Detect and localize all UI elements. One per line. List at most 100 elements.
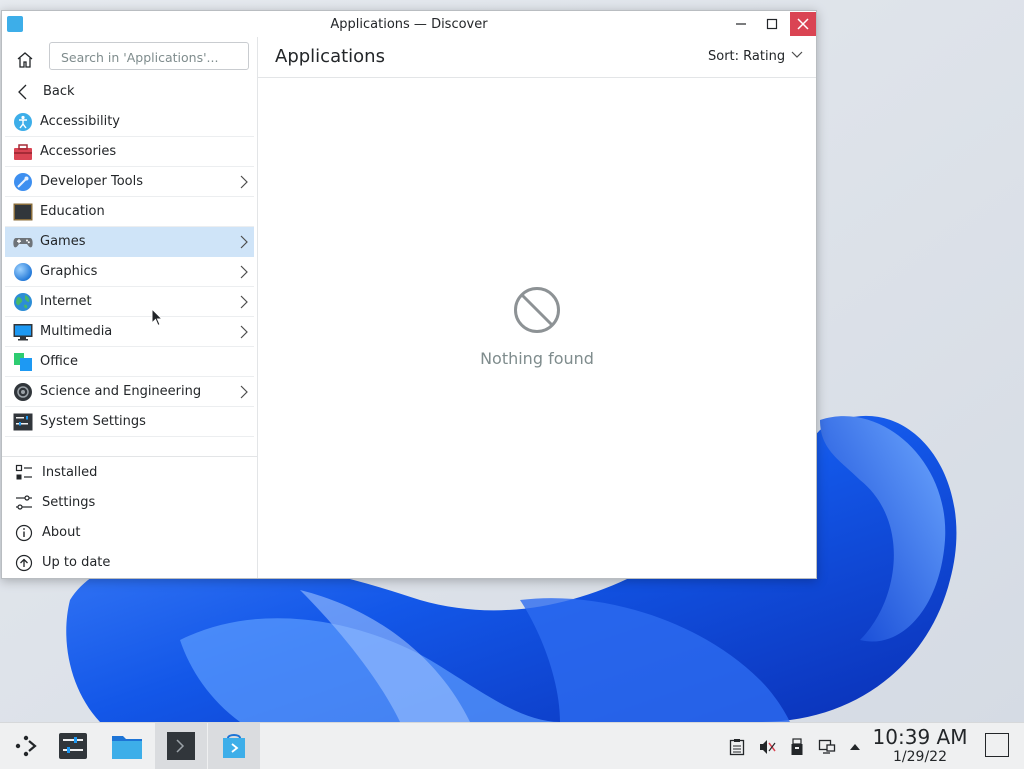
category-multimedia[interactable]: Multimedia bbox=[5, 317, 254, 347]
installed-icon bbox=[15, 464, 32, 480]
action-label: Settings bbox=[42, 495, 96, 510]
minimize-icon bbox=[736, 23, 746, 25]
volume-muted-icon bbox=[760, 740, 776, 754]
tray-network[interactable] bbox=[817, 737, 837, 757]
category-label: System Settings bbox=[40, 414, 146, 429]
taskbar-discover[interactable] bbox=[208, 723, 260, 769]
digital-clock[interactable]: 10:39 AM 1/29/22 bbox=[870, 726, 970, 766]
action-label: Up to date bbox=[42, 555, 111, 570]
clock-time: 10:39 AM bbox=[872, 725, 968, 749]
tray-clipboard[interactable] bbox=[727, 737, 747, 757]
application-launcher[interactable] bbox=[0, 723, 52, 769]
taskbar: 10:39 AM 1/29/22 bbox=[0, 722, 1024, 769]
category-label: Science and Engineering bbox=[40, 384, 202, 399]
discover-window: Applications — Discover Back bbox=[1, 10, 817, 579]
no-results-icon bbox=[514, 287, 560, 333]
search-input[interactable] bbox=[59, 44, 243, 70]
category-internet[interactable]: Internet bbox=[5, 287, 254, 317]
settings-button[interactable]: Settings bbox=[2, 487, 257, 517]
science-icon bbox=[14, 383, 32, 401]
main-content: Applications Sort: Rating Nothing found bbox=[258, 37, 816, 578]
home-icon bbox=[17, 52, 33, 68]
system-settings-icon bbox=[59, 733, 87, 759]
terminal-icon bbox=[167, 732, 195, 760]
update-icon bbox=[15, 554, 33, 572]
sidebar: Back Accessibility Accessories Developer… bbox=[2, 37, 258, 578]
category-graphics[interactable]: Graphics bbox=[5, 257, 254, 287]
usb-drive-icon bbox=[791, 738, 803, 755]
maximize-icon bbox=[766, 18, 778, 30]
settings-panel-icon bbox=[13, 413, 33, 431]
graphics-icon bbox=[14, 263, 32, 281]
category-accessories[interactable]: Accessories bbox=[5, 137, 254, 167]
taskbar-file-manager[interactable] bbox=[101, 723, 153, 769]
content-header: Applications Sort: Rating bbox=[258, 37, 816, 78]
chevron-right-icon bbox=[240, 325, 248, 339]
toolbox-icon bbox=[14, 144, 32, 160]
clipboard-icon bbox=[729, 739, 745, 756]
category-system-settings[interactable]: System Settings bbox=[5, 407, 254, 437]
sidebar-actions: Installed Settings About Up to date bbox=[2, 456, 257, 577]
category-label: Accessories bbox=[40, 144, 117, 159]
office-icon bbox=[14, 353, 32, 371]
category-office[interactable]: Office bbox=[5, 347, 254, 377]
about-button[interactable]: About bbox=[2, 517, 257, 547]
network-wired-icon bbox=[818, 739, 836, 754]
chevron-right-icon bbox=[240, 265, 248, 279]
back-button[interactable]: Back bbox=[2, 77, 257, 107]
category-science-and-engineering[interactable]: Science and Engineering bbox=[5, 377, 254, 407]
category-games[interactable]: Games bbox=[5, 227, 254, 257]
category-label: Graphics bbox=[40, 264, 98, 279]
title-bar[interactable]: Applications — Discover bbox=[2, 11, 816, 37]
sort-dropdown[interactable]: Sort: Rating bbox=[708, 49, 785, 64]
close-button[interactable] bbox=[790, 12, 816, 36]
empty-state: Nothing found bbox=[258, 285, 816, 368]
show-desktop-button[interactable] bbox=[985, 733, 1009, 757]
chevron-left-icon bbox=[18, 84, 27, 100]
tray-volume-muted[interactable] bbox=[757, 737, 777, 757]
tray-expand-button[interactable] bbox=[845, 737, 865, 757]
action-label: Installed bbox=[42, 465, 98, 480]
chevron-right-icon bbox=[240, 385, 248, 399]
info-icon bbox=[15, 524, 33, 542]
category-developer-tools[interactable]: Developer Tools bbox=[5, 167, 254, 197]
sliders-icon bbox=[16, 495, 32, 510]
maximize-button[interactable] bbox=[759, 12, 785, 36]
developer-tools-icon bbox=[14, 173, 32, 191]
category-label: Multimedia bbox=[40, 324, 113, 339]
empty-message: Nothing found bbox=[480, 349, 594, 368]
mouse-cursor-icon bbox=[151, 308, 163, 327]
search-box[interactable] bbox=[49, 42, 249, 70]
chevron-right-icon bbox=[240, 175, 248, 189]
globe-icon bbox=[14, 293, 32, 311]
category-accessibility[interactable]: Accessibility bbox=[5, 107, 254, 137]
minimize-button[interactable] bbox=[728, 12, 754, 36]
chevron-down-icon[interactable] bbox=[791, 51, 803, 59]
category-label: Office bbox=[40, 354, 78, 369]
action-label: About bbox=[42, 525, 81, 540]
category-label: Games bbox=[40, 234, 86, 249]
tray-removable-device[interactable] bbox=[787, 737, 807, 757]
taskbar-terminal[interactable] bbox=[155, 723, 207, 769]
discover-icon bbox=[223, 734, 245, 758]
up-to-date-button[interactable]: Up to date bbox=[2, 547, 257, 577]
category-label: Education bbox=[40, 204, 105, 219]
window-title: Applications — Discover bbox=[330, 17, 488, 32]
category-label: Accessibility bbox=[40, 114, 120, 129]
chalkboard-icon bbox=[13, 203, 33, 221]
installed-button[interactable]: Installed bbox=[2, 457, 257, 487]
chevron-right-icon bbox=[240, 235, 248, 249]
folder-icon bbox=[112, 736, 142, 759]
back-label: Back bbox=[43, 84, 75, 99]
category-label: Developer Tools bbox=[40, 174, 144, 189]
category-education[interactable]: Education bbox=[5, 197, 254, 227]
clock-date: 1/29/22 bbox=[893, 749, 947, 765]
chevron-up-icon bbox=[850, 744, 860, 750]
taskbar-system-settings[interactable] bbox=[47, 723, 99, 769]
close-icon bbox=[797, 18, 809, 30]
page-title: Applications bbox=[275, 46, 385, 67]
category-label: Internet bbox=[40, 294, 92, 309]
home-button[interactable] bbox=[12, 47, 38, 73]
category-list: Accessibility Accessories Developer Tool… bbox=[2, 107, 257, 437]
monitor-icon bbox=[13, 324, 33, 341]
